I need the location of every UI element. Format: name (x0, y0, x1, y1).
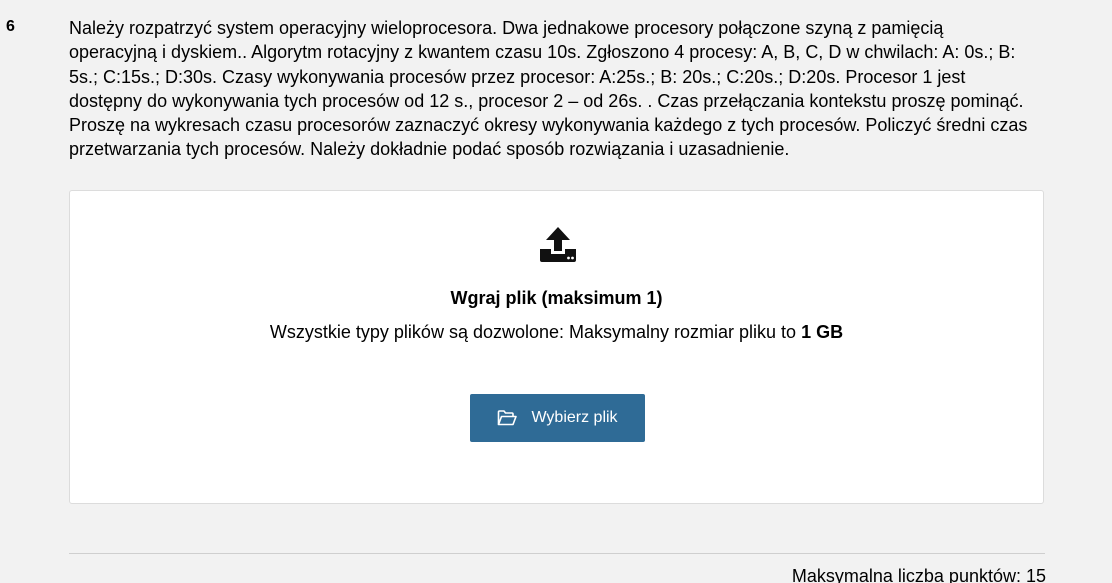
footer-divider (69, 553, 1045, 554)
upload-title: Wgraj plik (maksimum 1) (450, 288, 663, 308)
upload-max-size: 1 GB (801, 322, 844, 342)
question-text: Należy rozpatrzyć system operacyjny wiel… (69, 18, 1028, 160)
choose-file-label: Wybierz plik (531, 409, 618, 426)
upload-info: Wszystkie typy plików są dozwolone: Maks… (70, 321, 1043, 343)
max-points: Maksymalna liczba punktów: 15 (791, 566, 1046, 583)
upload-info-text: Wszystkie typy plików są dozwolone: Maks… (269, 322, 802, 342)
folder-open-icon (498, 410, 518, 426)
choose-file-button[interactable]: Wybierz plik (470, 394, 645, 442)
question-page: 6 Należy rozpatrzyć system operacyjny wi… (0, 0, 1112, 583)
question-number: 6 (6, 18, 15, 35)
file-upload-dropzone[interactable]: Wgraj plik (maksimum 1) Wszystkie typy p… (69, 190, 1044, 504)
upload-icon (540, 227, 576, 262)
